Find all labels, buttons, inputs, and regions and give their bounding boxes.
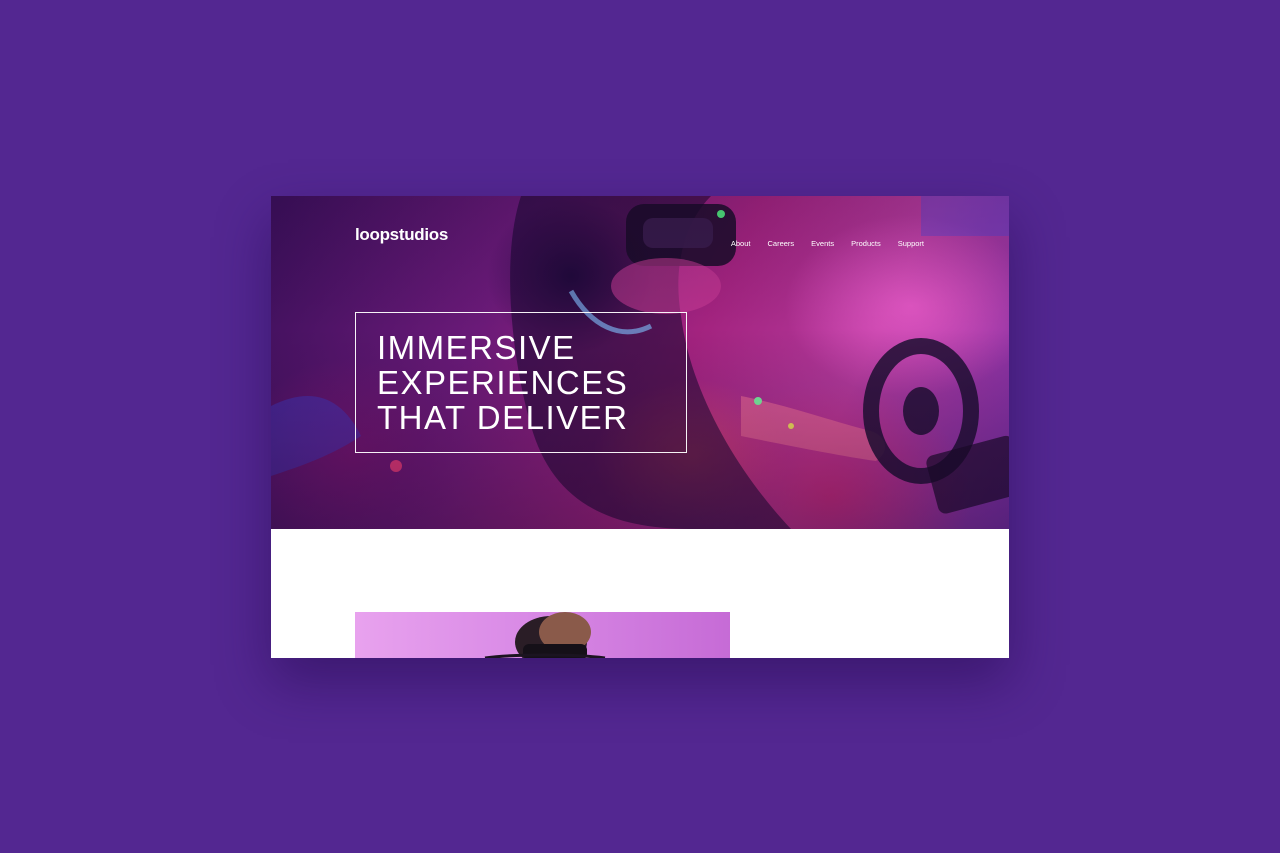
nav-link-products[interactable]: Products [851,239,881,248]
content-section [271,529,1009,658]
nav-link-careers[interactable]: Careers [767,239,794,248]
nav-item-careers: Careers [767,233,794,251]
nav-item-events: Events [811,233,834,251]
nav-item-support: Support [898,233,924,251]
hero-headline: IMMERSIVE EXPERIENCES THAT DELIVER [377,330,677,435]
headline-line-1: IMMERSIVE [377,329,576,366]
feature-image [355,612,730,658]
headline-line-2: EXPERIENCES [377,364,629,401]
nav-item-about: About [731,233,751,251]
vr-person-illustration [484,612,606,658]
nav-link-events[interactable]: Events [811,239,834,248]
main-navigation: About Careers Events Products Support [731,233,924,251]
nav-link-support[interactable]: Support [898,239,924,248]
nav-link-about[interactable]: About [731,239,751,248]
nav-item-products: Products [851,233,881,251]
hero-section: loopstudios About Careers Events Product… [271,196,1009,529]
brand-logo[interactable]: loopstudios [355,225,448,245]
headline-line-3: THAT DELIVER [377,399,629,436]
hero-headline-box: IMMERSIVE EXPERIENCES THAT DELIVER [355,312,687,453]
website-mockup: loopstudios About Careers Events Product… [271,196,1009,658]
